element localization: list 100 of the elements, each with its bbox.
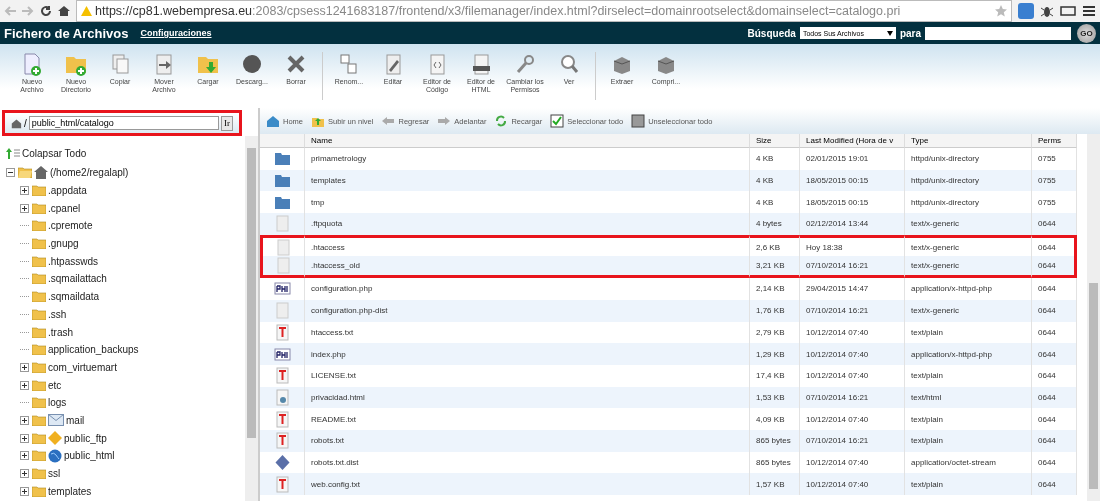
column-header[interactable]: Size	[750, 134, 800, 148]
menu-icon[interactable]	[1082, 5, 1096, 17]
table-cell: 10/12/2014 07:40	[800, 343, 905, 365]
folder-icon	[32, 202, 46, 214]
tree-item[interactable]: ssl	[48, 468, 61, 480]
table-cell: text/plain	[905, 429, 1032, 452]
column-header[interactable]: Perms	[1032, 134, 1077, 148]
reload-icon	[494, 114, 509, 128]
folder-icon	[32, 432, 46, 444]
tree-item[interactable]: etc	[48, 379, 62, 391]
search-field[interactable]	[925, 26, 1071, 40]
file-name[interactable]: .htaccess	[305, 234, 750, 257]
forward-arrow-icon	[437, 114, 452, 128]
collapse-icon[interactable]	[6, 147, 20, 159]
table-cell: 0644	[1032, 473, 1077, 495]
table-cell: 0644	[1032, 386, 1077, 409]
tree-item[interactable]: mail	[66, 414, 85, 426]
table-cell: text/x-generic	[905, 234, 1032, 257]
expand-toggle[interactable]	[20, 433, 29, 443]
tree-item[interactable]: .appdata	[48, 185, 87, 197]
expand-toggle[interactable]	[20, 362, 29, 372]
folder-icon	[32, 485, 46, 497]
expand-toggle[interactable]	[20, 469, 29, 479]
search-label: Búsqueda	[747, 27, 796, 39]
file-name[interactable]: .htaccess_old	[305, 256, 750, 279]
file-name[interactable]: robots.txt	[305, 429, 750, 452]
go-button[interactable]: Ir	[221, 115, 233, 131]
tree-item[interactable]: logs	[48, 397, 67, 409]
collapse-toggle[interactable]	[6, 168, 15, 178]
table-cell: Hoy 18:38	[800, 234, 905, 257]
bug-icon[interactable]	[1040, 4, 1054, 18]
folder-icon	[32, 361, 46, 373]
scrollbar[interactable]	[1087, 134, 1100, 501]
table-cell: text/x-generic	[905, 256, 1032, 279]
table-cell: 07/10/2014 16:21	[800, 299, 905, 322]
table-cell: 0644	[1032, 343, 1077, 365]
table-cell: 07/10/2014 16:21	[800, 429, 905, 452]
folder-icon	[32, 273, 46, 285]
folder-icon	[32, 468, 46, 480]
table-cell: text/html	[905, 386, 1032, 409]
tree-item[interactable]: .htpasswds	[48, 255, 99, 267]
table-cell: 865 bytes	[750, 429, 800, 452]
envelope-icon	[48, 414, 64, 427]
column-header[interactable]: Type	[905, 134, 1032, 148]
tree-item[interactable]: .trash	[48, 326, 73, 338]
file-name[interactable]: configuration.php-dist	[305, 299, 750, 322]
column-header[interactable]: Last Modified (Hora de v	[800, 134, 905, 148]
scrollbar[interactable]	[245, 136, 258, 501]
expand-toggle[interactable]	[20, 415, 29, 425]
folder-icon	[32, 255, 46, 267]
folder-icon	[32, 308, 46, 320]
table-cell: 10/12/2014 07:40	[800, 473, 905, 495]
tree-item[interactable]: .cpanel	[48, 202, 81, 214]
caret-icon	[886, 30, 893, 36]
address-bar[interactable]: https://cp81.webempresa.eu:2083/cpsess1241683187/frontend/x3/filemanager/index.html?dirselect=domainrootselect&domainselect=catalogo.pri	[76, 0, 1012, 22]
table-cell: 2,6 KB	[750, 234, 800, 257]
expand-toggle[interactable]	[20, 203, 29, 213]
collapse-all-link[interactable]: Colapsar Todo	[22, 147, 87, 159]
table-cell: 0644	[1032, 256, 1077, 279]
tree-item[interactable]: application_backups	[48, 344, 139, 356]
tree-item[interactable]: public_html	[64, 450, 115, 462]
expand-toggle[interactable]	[20, 486, 29, 496]
tree-item[interactable]: com_virtuemart	[48, 361, 117, 373]
table-cell: 0644	[1032, 234, 1077, 257]
settings-link[interactable]: Configuraciones	[140, 28, 212, 38]
table-cell: 4 KB	[750, 169, 800, 192]
tree-item[interactable]: public_ftp	[64, 432, 107, 444]
folder-icon	[32, 397, 46, 409]
url-text: https://cp81.webempresa.eu:2083/cpsess1241683187/frontend/x3/filemanager/index.html?dirselect=domainrootselect&domainselect=catalogo.pri	[95, 4, 901, 18]
table-cell: 0644	[1032, 429, 1077, 452]
path-field[interactable]: public_html/catalogo	[28, 116, 219, 130]
file-name[interactable]: index.php	[305, 343, 750, 365]
tree-item[interactable]: .ssh	[48, 308, 67, 320]
tree-item[interactable]: .gnupg	[48, 238, 79, 250]
table-cell: 0755	[1032, 169, 1077, 192]
tree-item[interactable]: (/home2/regalapl)	[50, 167, 129, 179]
table-cell: text/x-generic	[905, 299, 1032, 322]
reload-icon[interactable]	[40, 5, 52, 17]
file-name[interactable]: privacidad.html	[305, 386, 750, 409]
folder-icon	[32, 291, 46, 303]
table-cell: text/plain	[905, 473, 1032, 495]
file-name[interactable]: .ftpquota	[305, 213, 750, 235]
back-arrow-icon	[381, 114, 396, 128]
tree-item[interactable]: .cpremote	[48, 220, 93, 232]
star-icon[interactable]	[995, 5, 1007, 17]
expand-toggle[interactable]	[20, 451, 29, 461]
tree-item[interactable]: templates	[48, 485, 92, 497]
table-cell: 0644	[1032, 299, 1077, 322]
tree-item[interactable]: .sqmaildata	[48, 291, 100, 303]
checkbox-icon	[631, 114, 646, 128]
go-button[interactable]: GO	[1077, 23, 1096, 43]
expand-toggle[interactable]	[20, 186, 29, 196]
expand-toggle[interactable]	[20, 380, 29, 390]
folder-icon	[32, 344, 46, 356]
folder-icon	[32, 185, 46, 197]
home-icon[interactable]	[58, 5, 70, 17]
column-header[interactable]: Name	[305, 134, 750, 148]
file-name[interactable]: templates	[305, 169, 750, 192]
file-name[interactable]: web.config.txt	[305, 473, 750, 495]
tree-item[interactable]: .sqmailattach	[48, 273, 107, 285]
